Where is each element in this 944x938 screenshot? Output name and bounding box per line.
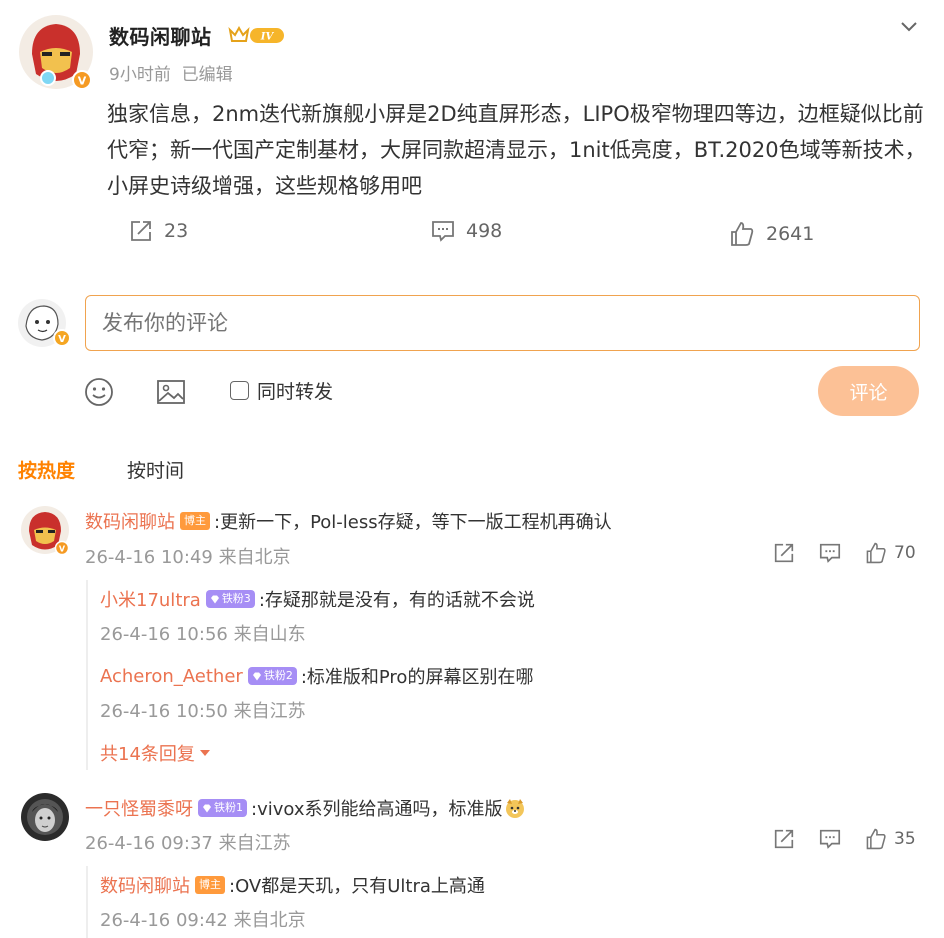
caret-down-icon (199, 750, 210, 756)
comment-like-count: 35 (894, 829, 916, 849)
svg-text:V: V (58, 334, 66, 345)
comment-item: 数码闲聊站 博主 :更新一下，Pol-less存疑，等下一版工程机再确认 (85, 508, 612, 534)
like-button[interactable]: 2641 (728, 220, 814, 248)
reply-username[interactable]: 数码闲聊站 (100, 872, 190, 898)
share-icon (131, 221, 151, 241)
comment-meta: 26-4-16 10:49 来自北京 (85, 547, 291, 568)
post-edited: 已编辑 (181, 65, 233, 85)
comment-text: :vivox系列能给高通吗，标准版 (251, 799, 503, 820)
author-avatar[interactable]: V (18, 14, 94, 90)
like-icon (866, 542, 886, 564)
share-count: 23 (164, 220, 189, 242)
commenter-avatar[interactable]: V (20, 505, 70, 556)
like-icon (866, 828, 886, 850)
comment-button[interactable]: 498 (430, 218, 502, 244)
svg-text:V: V (59, 545, 66, 554)
reply-text: :标准版和Pro的屏幕区别在哪 (300, 667, 534, 688)
comment-meta: 26-4-16 09:37 来自江苏 (85, 833, 291, 854)
reply-meta: 26-4-16 10:50 来自江苏 (100, 701, 306, 722)
comment-icon[interactable] (818, 541, 842, 565)
host-badge: 博主 (195, 876, 225, 894)
reply-username[interactable]: 小米17ultra (100, 586, 201, 612)
reply-divider (86, 580, 88, 770)
comment-icon (432, 221, 454, 242)
post-meta: 9小时前 已编辑 (109, 60, 233, 85)
repost-toggle[interactable]: 同时转发 (230, 377, 333, 404)
diamond-icon (210, 595, 219, 603)
reply-divider (86, 866, 88, 938)
share-button[interactable]: 23 (128, 218, 188, 244)
sort-by-time-tab[interactable]: 按时间 (127, 456, 184, 483)
diamond-icon (203, 804, 211, 812)
author-name[interactable]: 数码闲聊站 (109, 21, 212, 50)
repost-checkbox[interactable] (230, 381, 249, 400)
comment-like-button[interactable]: 35 (864, 827, 916, 851)
repost-label: 同时转发 (257, 381, 334, 403)
reply-username[interactable]: Acheron_Aether (100, 666, 243, 687)
comment-actions: 35 (772, 827, 916, 851)
diamond-icon (252, 672, 261, 680)
comment-input[interactable] (85, 295, 920, 351)
sort-by-hot-tab[interactable]: 按热度 (18, 456, 75, 483)
reply-item: 数码闲聊站 博主 :OV都是天玑，只有Ultra上高通 (100, 872, 485, 898)
chevron-down-icon[interactable] (896, 14, 922, 40)
comment-like-count: 70 (894, 543, 916, 563)
reply-meta: 26-4-16 09:42 来自北京 (100, 910, 306, 931)
like-icon (731, 222, 754, 246)
comment-text: :更新一下，Pol-less存疑，等下一版工程机再确认 (214, 512, 612, 533)
svg-text:IV: IV (260, 32, 275, 43)
reply-item: Acheron_Aether 铁粉2 :标准版和Pro的屏幕区别在哪 (100, 663, 533, 689)
post-text: 独家信息，2nm迭代新旗舰小屏是2D纯直屏形态，LIPO极窄物理四等边，边框疑似… (107, 102, 926, 198)
comment-username[interactable]: 数码闲聊站 (85, 508, 175, 534)
reply-text: :存疑那就是没有，有的话就不会说 (258, 590, 535, 611)
share-icon[interactable] (772, 827, 796, 851)
svg-text:V: V (78, 75, 87, 88)
emoji-dog-icon (506, 799, 525, 818)
commenter-avatar[interactable] (20, 792, 70, 842)
comment-like-button[interactable]: 70 (864, 541, 916, 565)
fan-badge: 铁粉2 (247, 667, 297, 685)
comment-username[interactable]: 一只怪蜀黍呀 (85, 795, 193, 821)
comment-item: 一只怪蜀黍呀 铁粉1 :vivox系列能给高通吗，标准版 (85, 795, 526, 821)
my-avatar[interactable]: V (16, 298, 72, 348)
share-icon[interactable] (772, 541, 796, 565)
comment-count: 498 (466, 220, 503, 242)
post-time[interactable]: 9小时前 (109, 65, 171, 85)
smile-icon[interactable] (84, 377, 114, 407)
host-badge: 博主 (180, 512, 210, 530)
image-icon[interactable] (155, 378, 187, 406)
reply-item: 小米17ultra 铁粉3 :存疑那就是没有，有的话就不会说 (100, 586, 535, 612)
comment-actions: 70 (772, 541, 916, 565)
submit-comment-button[interactable]: 评论 (818, 366, 919, 416)
comment-icon[interactable] (818, 827, 842, 851)
like-count: 2641 (766, 223, 815, 245)
more-replies-link[interactable]: 共14条回复 (100, 740, 211, 766)
reply-text: :OV都是天玑，只有Ultra上高通 (229, 876, 485, 897)
reply-meta: 26-4-16 10:56 来自山东 (100, 624, 306, 645)
fan-badge: 铁粉1 (198, 799, 247, 817)
fan-badge: 铁粉3 (205, 590, 255, 608)
crown-icon: IV (228, 24, 286, 46)
